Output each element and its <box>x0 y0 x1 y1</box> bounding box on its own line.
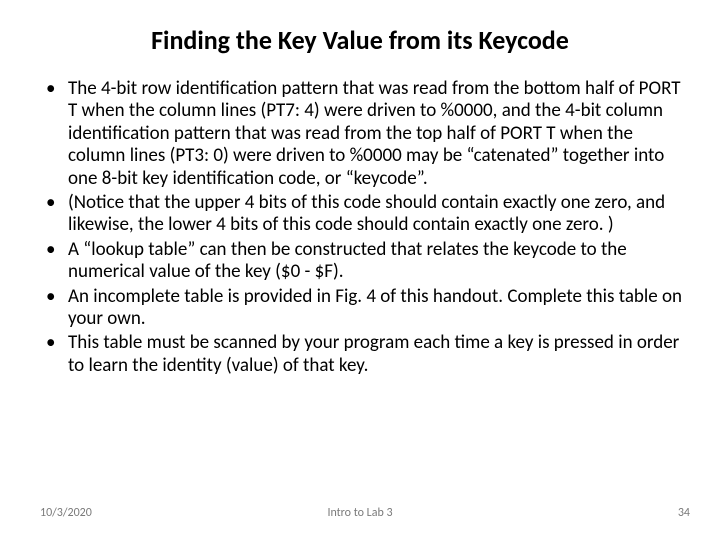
list-item: (Notice that the upper 4 bits of this co… <box>40 192 690 237</box>
list-item: A “lookup table” can then be constructed… <box>40 239 690 284</box>
slide-title: Finding the Key Value from its Keycode <box>0 26 720 55</box>
list-item: This table must be scanned by your progr… <box>40 332 690 377</box>
slide-content: The 4-bit row identification pattern tha… <box>40 78 690 379</box>
footer-page-number: 34 <box>678 506 690 520</box>
slide: Finding the Key Value from its Keycode T… <box>0 0 720 540</box>
list-item: An incomplete table is provided in Fig. … <box>40 286 690 331</box>
list-item: The 4-bit row identification pattern tha… <box>40 78 690 190</box>
footer-title: Intro to Lab 3 <box>0 506 720 520</box>
bullet-list: The 4-bit row identification pattern tha… <box>40 78 690 377</box>
